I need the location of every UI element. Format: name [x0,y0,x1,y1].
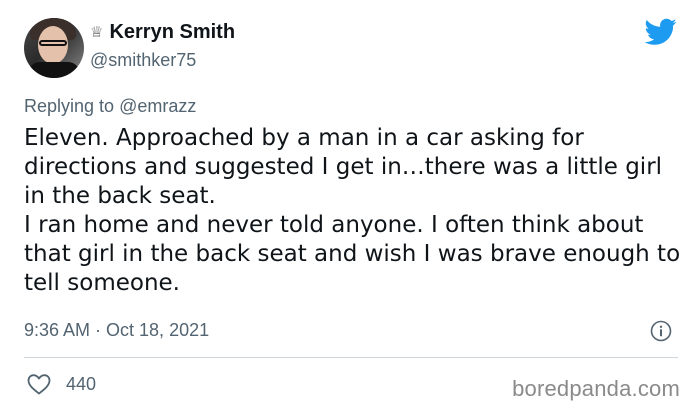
author-handle[interactable]: @smithker75 [90,50,196,71]
tweet-timestamp[interactable]: 9:36 AM · Oct 18, 2021 [24,320,209,341]
like-action[interactable]: 440 [26,372,96,396]
heart-icon[interactable] [26,372,52,396]
avatar[interactable] [24,18,84,78]
crown-icon: ♕ [90,23,104,41]
reply-mention-link[interactable]: @emrazz [119,96,196,116]
replying-to: Replying to @emrazz [24,96,196,117]
twitter-bird-icon[interactable] [645,18,677,46]
tweet-paragraph: I ran home and never told anyone. I ofte… [24,212,681,296]
tweet-paragraph: Eleven. Approached by a man in a car ask… [24,125,663,209]
author-display-name[interactable]: Kerryn Smith [109,21,235,44]
replying-to-prefix: Replying to [24,96,115,116]
info-icon[interactable] [650,320,672,342]
author-name-row: ♕ Kerryn Smith [90,21,235,44]
avatar-glasses [39,40,67,46]
watermark: boredpanda.com [512,376,680,401]
tweet-text: Eleven. Approached by a man in a car ask… [24,124,684,298]
like-count: 440 [66,373,97,394]
divider [24,357,678,358]
avatar-shirt [28,62,80,78]
